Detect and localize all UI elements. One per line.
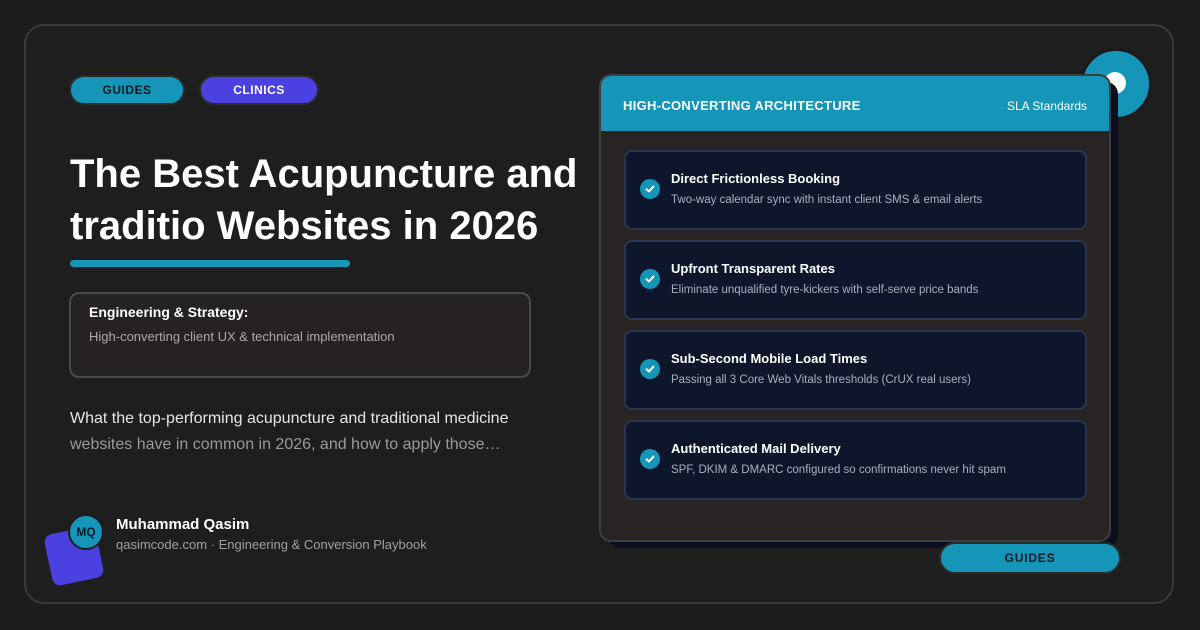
- item-title: Authenticated Mail Delivery: [671, 441, 841, 456]
- check-circle-icon: [640, 449, 660, 469]
- avatar: MQ: [68, 514, 104, 550]
- description-line-2: websites have in common in 2026, and how…: [70, 436, 501, 453]
- strategy-box: Engineering & Strategy: High-converting …: [69, 292, 531, 378]
- panel-title: HIGH-CONVERTING ARCHITECTURE: [623, 98, 861, 113]
- strategy-title: Engineering & Strategy:: [89, 304, 249, 320]
- item-title: Sub-Second Mobile Load Times: [671, 351, 868, 366]
- description: What the top-performing acupuncture and …: [70, 406, 570, 458]
- title-line-2: traditio Websites in 2026: [70, 204, 539, 248]
- strategy-subtitle: High-converting client UX & technical im…: [89, 329, 395, 344]
- tag-guides-bottom[interactable]: GUIDES: [939, 542, 1121, 574]
- list-item: Authenticated Mail Delivery SPF, DKIM & …: [624, 420, 1087, 500]
- item-title: Upfront Transparent Rates: [671, 261, 835, 276]
- title-line-1: The Best Acupuncture and: [70, 152, 578, 196]
- list-item: Sub-Second Mobile Load Times Passing all…: [624, 330, 1087, 410]
- page-title: The Best Acupuncture and traditio Websit…: [70, 148, 610, 252]
- panel-badge: SLA Standards: [1006, 99, 1087, 113]
- panel-header: HIGH-CONVERTING ARCHITECTURE SLA Standar…: [601, 76, 1109, 131]
- item-title: Direct Frictionless Booking: [671, 171, 841, 186]
- check-circle-icon: [640, 359, 660, 379]
- description-line-1: What the top-performing acupuncture and …: [70, 410, 509, 427]
- item-subtitle: SPF, DKIM & DMARC configured so confirma…: [671, 464, 1006, 476]
- check-circle-icon: [640, 179, 660, 199]
- list-item: Upfront Transparent Rates Eliminate unqu…: [624, 240, 1087, 320]
- tag-clinics[interactable]: CLINICS: [199, 75, 319, 105]
- list-item: Direct Frictionless Booking Two-way cale…: [624, 150, 1087, 230]
- author-subtitle: qasimcode.com · Engineering & Conversion…: [116, 537, 427, 552]
- check-circle-icon: [640, 269, 660, 289]
- item-subtitle: Passing all 3 Core Web Vitals thresholds…: [671, 374, 971, 386]
- tag-guides[interactable]: GUIDES: [69, 75, 185, 105]
- item-subtitle: Eliminate unqualified tyre-kickers with …: [671, 284, 979, 296]
- architecture-panel: HIGH-CONVERTING ARCHITECTURE SLA Standar…: [599, 74, 1111, 542]
- item-subtitle: Two-way calendar sync with instant clien…: [671, 194, 983, 206]
- author-name: Muhammad Qasim: [116, 516, 250, 533]
- title-underline: [70, 260, 350, 267]
